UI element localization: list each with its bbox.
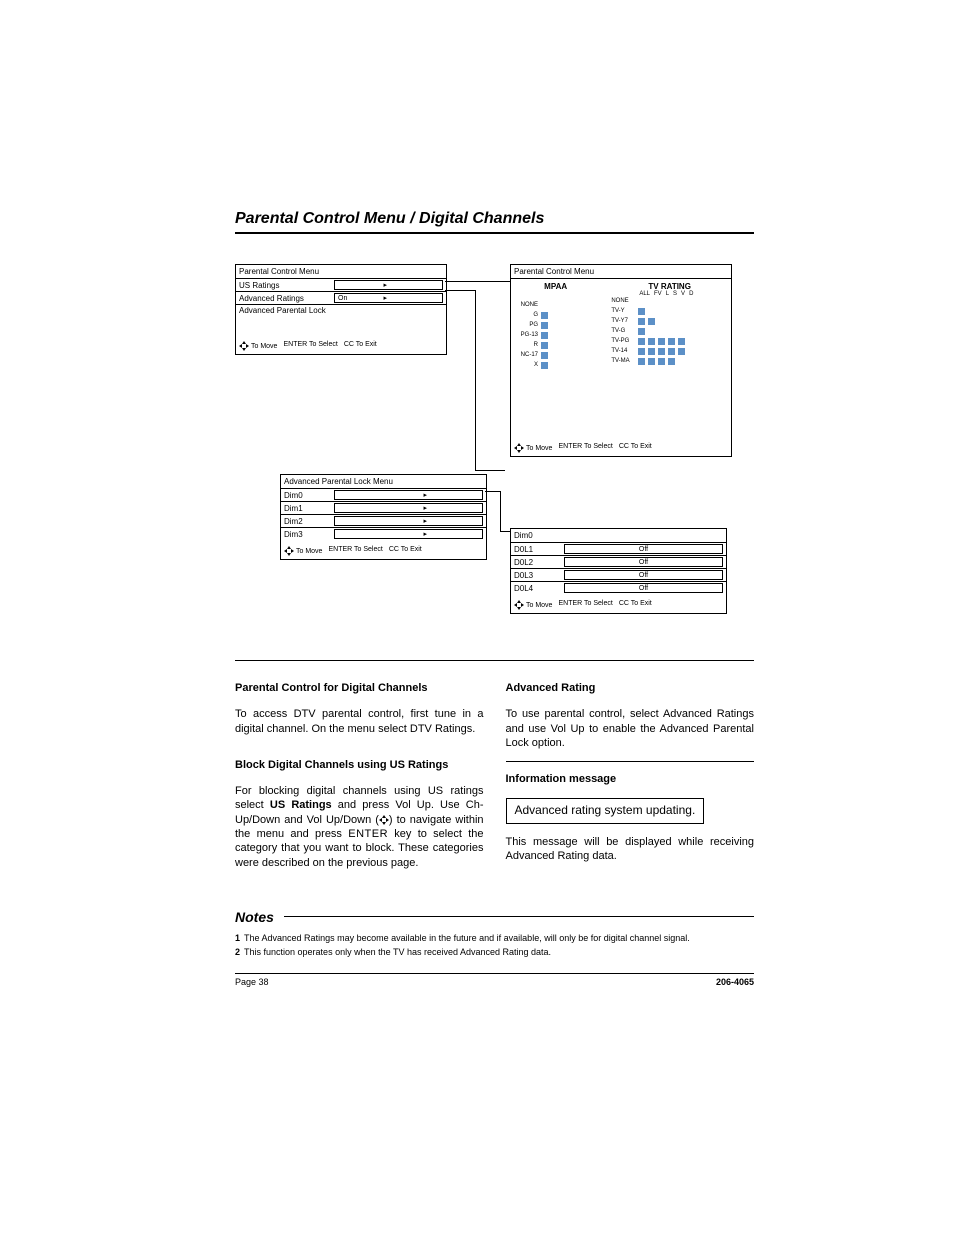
panel-parental-menu: Parental Control Menu US Ratings▸ Advanc… [235, 264, 447, 355]
row-dim1: Dim1 [284, 504, 334, 513]
panel3-title: Advanced Parental Lock Menu [281, 475, 486, 489]
h-adv-rating: Advanced Rating [506, 681, 755, 695]
text-body: Parental Control for Digital Channels To… [235, 660, 754, 881]
row-d0l3: D0L3 [514, 571, 564, 580]
row-d0l1: D0L1 [514, 545, 564, 554]
row-dim0: Dim0 [284, 491, 334, 500]
h-parental-digital: Parental Control for Digital Channels [235, 681, 484, 695]
panel-advlock: Advanced Parental Lock Menu Dim0▸ Dim1▸ … [280, 474, 487, 560]
panel-dim0: Dim0 D0L1Off D0L2Off D0L3Off D0L4Off To … [510, 528, 727, 614]
note-2: This function operates only when the TV … [244, 947, 551, 957]
diagram: Parental Control Menu US Ratings▸ Advanc… [235, 264, 754, 644]
row-usratings: US Ratings [239, 281, 334, 290]
mpaa-header: MPAA [514, 282, 597, 291]
field-advratings: On▸ [334, 293, 443, 303]
panel4-title: Dim0 [511, 529, 726, 543]
dpad-icon [379, 815, 389, 825]
hint-cc: CC To Exit [389, 546, 422, 556]
hint-enter: ENTER To Select [558, 600, 612, 610]
dpad-icon [284, 546, 294, 556]
page-title: Parental Control Menu / Digital Channels [235, 210, 754, 234]
panel1-title: Parental Control Menu [236, 265, 446, 279]
tv-header: TV RATING [611, 282, 728, 291]
p1: To access DTV parental control, first tu… [235, 707, 484, 736]
row-advratings: Advanced Ratings [239, 294, 334, 303]
hint-cc: CC To Exit [344, 341, 377, 351]
hint-enter: ENTER To Select [558, 443, 612, 453]
mpaa-list: NONE G PG PG-13 R NC-17 X [514, 301, 597, 369]
hint-move: To Move [296, 548, 322, 555]
panel2-title: Parental Control Menu [511, 265, 731, 279]
hint-move: To Move [526, 445, 552, 452]
hint-cc: CC To Exit [619, 443, 652, 453]
info-box: Advanced rating system updating. [506, 798, 705, 824]
p2: For blocking digital channels using US r… [235, 784, 484, 870]
hint-move: To Move [251, 343, 277, 350]
row-dim2: Dim2 [284, 517, 334, 526]
dpad-icon [239, 341, 249, 351]
footer: Page 38 206-4065 [235, 973, 754, 987]
hint-cc: CC To Exit [619, 600, 652, 610]
p-adv: To use parental control, select Advanced… [506, 707, 755, 750]
doc-number: 206-4065 [716, 977, 754, 987]
notes-title: Notes [235, 909, 274, 925]
row-dim3: Dim3 [284, 530, 334, 539]
field-usratings: ▸ [334, 280, 443, 290]
tv-list: NONE TV-Y TV-Y7 TV-G TV-PG TV-14 TV-MA [611, 297, 728, 365]
notes-heading: Notes [235, 909, 754, 925]
dpad-icon [514, 600, 524, 610]
hint-move: To Move [526, 602, 552, 609]
panel-usratings: Parental Control Menu MPAA NONE G PG PG-… [510, 264, 732, 457]
p-info: This message will be displayed while rec… [506, 835, 755, 864]
note-1: The Advanced Ratings may become availabl… [244, 933, 690, 943]
h-info: Information message [506, 772, 755, 786]
dpad-icon [514, 443, 524, 453]
hint-enter: ENTER To Select [283, 341, 337, 351]
page-number: Page 38 [235, 977, 269, 987]
row-advlock: Advanced Parental Lock [239, 306, 443, 315]
h-block-us: Block Digital Channels using US Ratings [235, 758, 484, 772]
row-d0l4: D0L4 [514, 584, 564, 593]
hint-enter: ENTER To Select [328, 546, 382, 556]
notes-list: 1The Advanced Ratings may become availab… [235, 933, 754, 957]
row-d0l2: D0L2 [514, 558, 564, 567]
